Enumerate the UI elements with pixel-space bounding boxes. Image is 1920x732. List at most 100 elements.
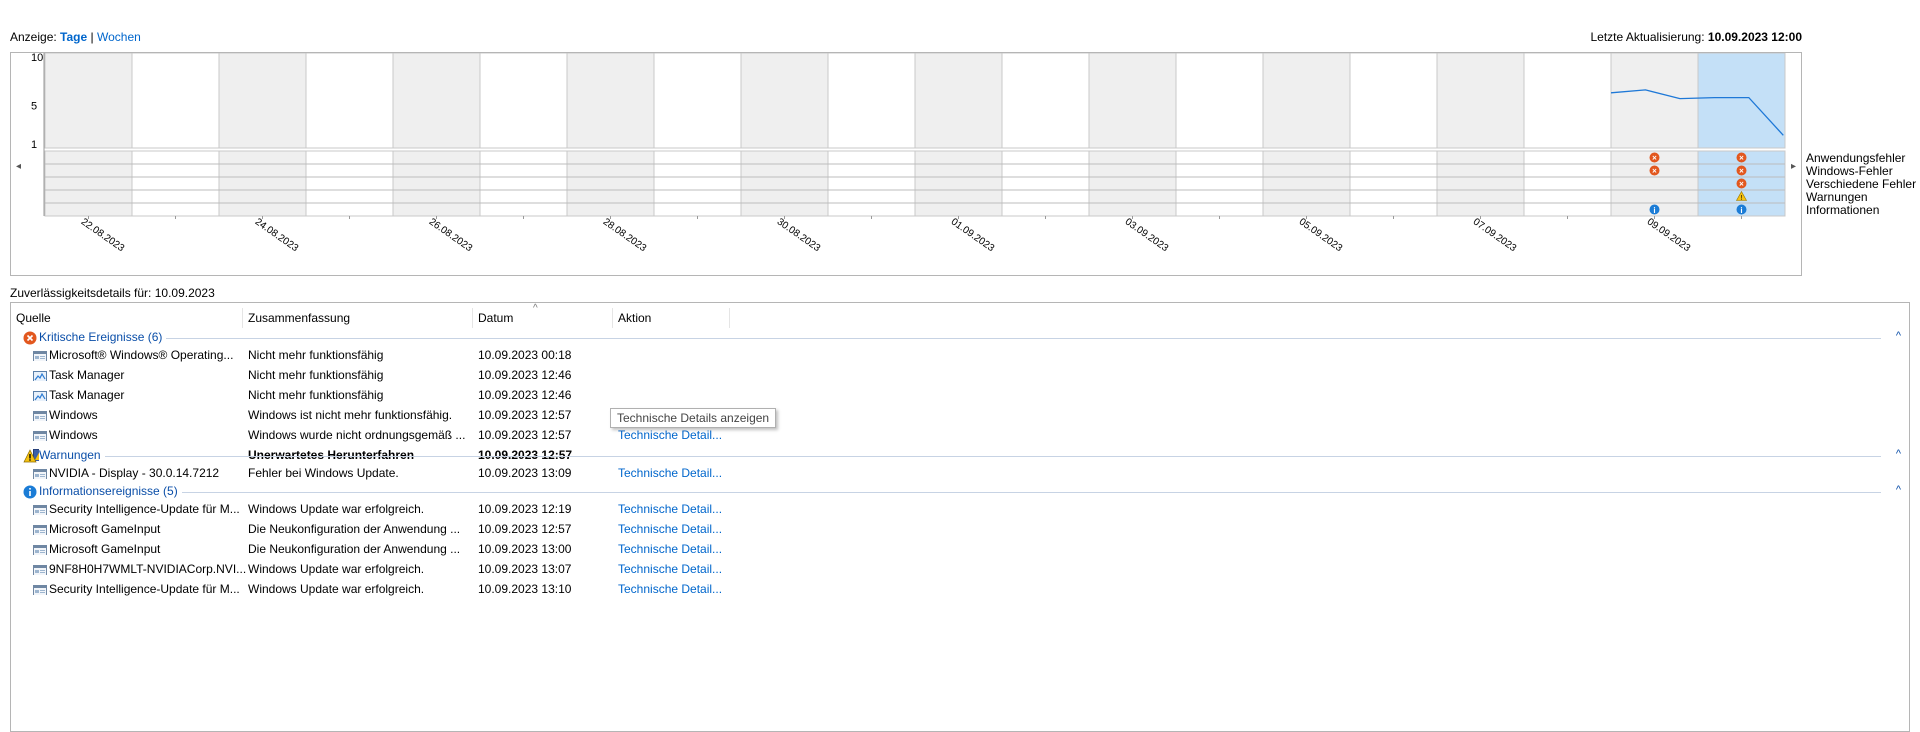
day-column[interactable] xyxy=(566,53,655,149)
warning-icon-glyph: ! xyxy=(1741,195,1743,202)
group-title: Informationsereignisse (5) xyxy=(39,484,182,498)
event-column[interactable] xyxy=(1523,150,1612,217)
day-column[interactable] xyxy=(305,53,394,149)
event-summary: Fehler bei Windows Update. xyxy=(248,466,399,480)
x-tick-label: 09.09.2023 xyxy=(1645,216,1693,254)
column-summary[interactable]: Zusammenfassung xyxy=(243,308,473,328)
day-column[interactable] xyxy=(1262,53,1351,149)
event-column[interactable] xyxy=(131,150,220,217)
event-date: 10.09.2023 12:57 xyxy=(478,408,572,422)
event-column[interactable] xyxy=(566,150,655,217)
day-column[interactable] xyxy=(218,53,307,149)
event-column[interactable] xyxy=(1262,150,1351,217)
event-date: 10.09.2023 12:19 xyxy=(478,502,572,516)
app-icon xyxy=(33,409,47,421)
event-row[interactable]: Microsoft GameInput Die Neukonfiguration … xyxy=(11,539,1909,559)
day-column[interactable] xyxy=(479,53,568,149)
app-icon xyxy=(33,543,47,555)
event-column[interactable] xyxy=(218,150,307,217)
technical-details-link[interactable]: Technische Detail... xyxy=(618,539,778,559)
day-column[interactable] xyxy=(44,53,133,149)
technical-details-link[interactable]: Technische Detail... xyxy=(618,579,778,599)
event-source: 9NF8H0H7WMLT-NVIDIACorp.NVI... xyxy=(49,562,247,576)
day-column[interactable] xyxy=(1175,53,1264,149)
event-row[interactable]: Security Intelligence-Update für M... Win… xyxy=(11,499,1909,519)
day-column[interactable] xyxy=(1610,53,1699,149)
x-tick-label: 22.08.2023 xyxy=(79,216,127,254)
event-row[interactable]: Task Manager Nicht mehr funktionsfähig 10.… xyxy=(11,365,1909,385)
event-column[interactable] xyxy=(740,150,829,217)
collapse-chevron-icon[interactable]: ^ xyxy=(1896,484,1901,496)
stability-chart-svg[interactable]: 10 5 1 ◂ × × i × × ×! i 22.08.2023 24.08.2023 26.08.2… xyxy=(11,53,1801,275)
event-row[interactable]: Security Intelligence-Update für M... Win… xyxy=(11,579,1909,599)
event-row[interactable]: 9NF8H0H7WMLT-NVIDIACorp.NVI... Windows Up… xyxy=(11,559,1909,579)
event-column[interactable] xyxy=(653,150,742,217)
day-column[interactable] xyxy=(1436,53,1525,149)
day-column[interactable] xyxy=(914,53,1003,149)
event-column[interactable] xyxy=(1349,150,1438,217)
event-column[interactable] xyxy=(1001,150,1090,217)
group-title: Warnungen xyxy=(39,448,105,462)
event-row[interactable]: Microsoft GameInput Die Neukonfiguration … xyxy=(11,519,1909,539)
event-source: Windows xyxy=(49,408,98,422)
event-row[interactable]: NVIDIA - Display - 30.0.14.7212 Fehler be… xyxy=(11,463,1909,483)
event-column[interactable] xyxy=(479,150,568,217)
day-column[interactable] xyxy=(392,53,481,149)
event-column[interactable] xyxy=(392,150,481,217)
event-column[interactable] xyxy=(305,150,394,217)
app-icon xyxy=(33,429,47,441)
column-action[interactable]: Aktion xyxy=(613,308,730,328)
technical-details-link[interactable]: Technische Detail... xyxy=(618,499,778,519)
day-column[interactable] xyxy=(1523,53,1612,149)
info-icon-glyph: i xyxy=(1653,206,1655,215)
event-row[interactable]: Windows Windows ist nicht mehr funktionsf… xyxy=(11,405,1909,425)
event-column[interactable] xyxy=(827,150,916,217)
event-column[interactable] xyxy=(1436,150,1525,217)
collapse-chevron-icon[interactable]: ^ xyxy=(1896,330,1901,342)
x-tick-label: 30.08.2023 xyxy=(775,216,823,254)
event-column[interactable] xyxy=(44,150,133,217)
app-icon xyxy=(33,523,47,535)
x-tick-label: 28.08.2023 xyxy=(601,216,649,254)
technical-details-link[interactable]: Technische Detail... xyxy=(618,519,778,539)
taskmgr-icon xyxy=(33,389,47,401)
warning-icon xyxy=(23,449,37,463)
event-date: 10.09.2023 12:46 xyxy=(478,368,572,382)
day-column[interactable] xyxy=(1001,53,1090,149)
x-tick-label: 24.08.2023 xyxy=(253,216,301,254)
column-date[interactable]: Datum ^ xyxy=(473,303,613,328)
event-row[interactable]: Windows Windows wurde nicht ordnungsgemäß… xyxy=(11,425,1909,445)
technical-details-link[interactable]: Technische Detail... xyxy=(618,559,778,579)
event-column[interactable] xyxy=(914,150,1003,217)
event-summary: Windows Update war erfolgreich. xyxy=(248,562,425,576)
y-tick-label: 5 xyxy=(31,100,37,112)
event-source: Security Intelligence-Update für M... xyxy=(49,582,240,596)
day-column[interactable] xyxy=(1697,53,1786,149)
event-summary: Die Neukonfiguration der Anwendung ... xyxy=(248,522,461,536)
scroll-right-icon[interactable]: ▸ xyxy=(1791,161,1796,172)
scroll-left-icon[interactable]: ◂ xyxy=(16,161,21,172)
column-source[interactable]: Quelle xyxy=(11,308,243,328)
app-icon xyxy=(33,503,47,515)
day-column[interactable] xyxy=(1349,53,1438,149)
technical-details-link[interactable]: Technische Detail... xyxy=(618,425,778,445)
day-column[interactable] xyxy=(827,53,916,149)
day-column[interactable] xyxy=(1088,53,1177,149)
view-days-link[interactable]: Tage xyxy=(60,30,87,44)
event-row[interactable]: Microsoft® Windows® Operating... Nicht me… xyxy=(11,345,1909,365)
collapse-chevron-icon[interactable]: ^ xyxy=(1896,448,1901,460)
day-column[interactable] xyxy=(740,53,829,149)
event-summary: Nicht mehr funktionsfähig xyxy=(248,368,384,382)
x-tick-label: 05.09.2023 xyxy=(1297,216,1345,254)
event-column[interactable] xyxy=(1175,150,1264,217)
event-date: 10.09.2023 13:00 xyxy=(478,542,572,556)
event-column[interactable] xyxy=(1088,150,1177,217)
event-summary: Windows wurde nicht ordnungsgemäß ... xyxy=(248,428,466,442)
view-weeks-link[interactable]: Wochen xyxy=(97,30,141,44)
technical-details-link[interactable]: Technische Detail... xyxy=(618,463,778,483)
day-column[interactable] xyxy=(131,53,220,149)
details-title: Zuverlässigkeitsdetails für: 10.09.2023 xyxy=(10,286,215,300)
group-divider xyxy=(41,492,1881,493)
day-column[interactable] xyxy=(653,53,742,149)
event-row[interactable]: Task Manager Nicht mehr funktionsfähig 10.… xyxy=(11,385,1909,405)
